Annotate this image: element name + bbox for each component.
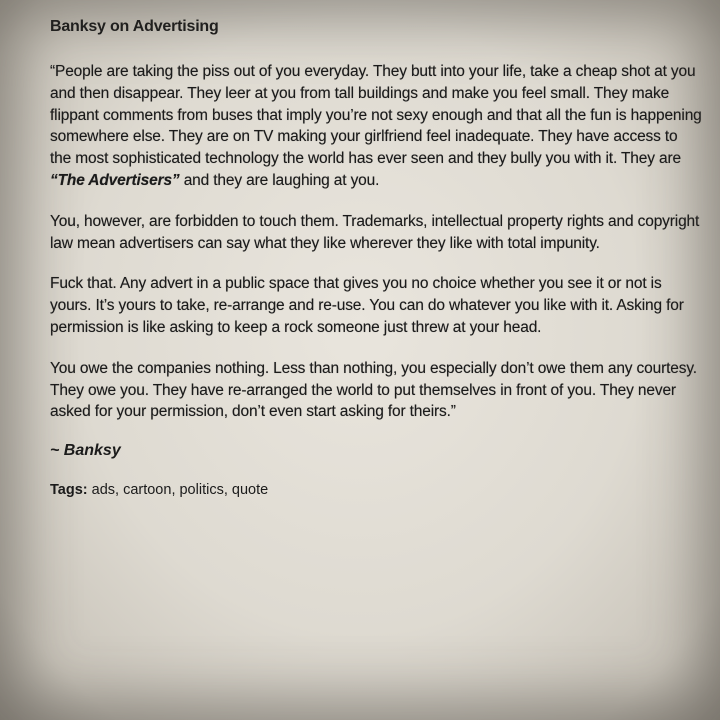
- quote-content: Banksy on Advertising “People are taking…: [50, 18, 702, 498]
- signature: ~ Banksy: [50, 442, 121, 460]
- paragraph-1-text-end: and they are laughing at you.: [179, 171, 380, 189]
- paragraph-1-text-start: “People are taking the piss out of you e…: [50, 63, 702, 168]
- paragraph-2: You, however, are forbidden to touch the…: [50, 212, 700, 252]
- page-title: Banksy on Advertising: [50, 18, 219, 35]
- paragraph-1: “People are taking the piss out of you e…: [50, 61, 702, 192]
- tags-line: Tags: ads, cartoon, politics, quote: [50, 482, 702, 498]
- quote-page: Banksy on Advertising “People are taking…: [0, 0, 720, 720]
- paragraph-4: You owe the companies nothing. Less than…: [50, 359, 697, 421]
- paragraph-3: Fuck that. Any advert in a public space …: [50, 275, 684, 336]
- paragraph-1-emphasis: “The Advertisers”: [50, 171, 180, 189]
- tags-values: ads, cartoon, politics, quote: [91, 482, 269, 499]
- tags-label: Tags:: [50, 482, 88, 499]
